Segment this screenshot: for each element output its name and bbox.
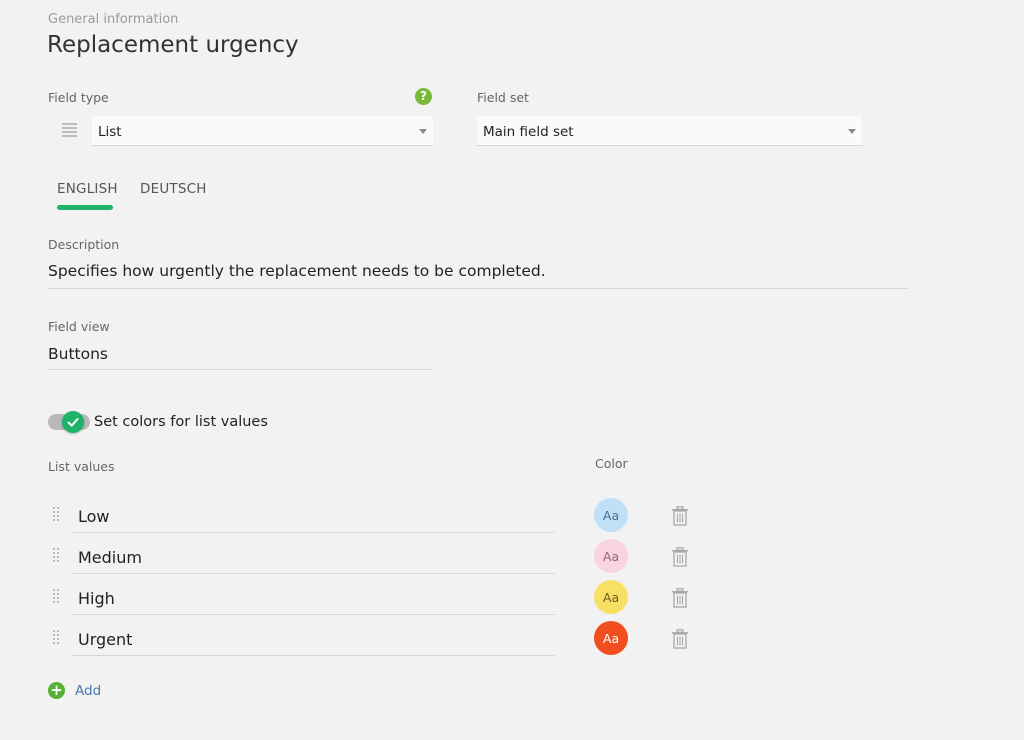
- field-type-select[interactable]: List: [92, 116, 433, 146]
- color-swatch-button[interactable]: Aa: [594, 539, 628, 573]
- list-value-input[interactable]: Low: [78, 507, 110, 526]
- description-label: Description: [48, 237, 120, 252]
- drag-handle-icon[interactable]: [53, 507, 61, 521]
- toggle-knob[interactable]: [62, 411, 84, 433]
- question-circle-icon[interactable]: ?: [415, 88, 432, 105]
- tab-deutsch[interactable]: DEUTSCH: [140, 181, 207, 197]
- chevron-down-icon: [848, 129, 856, 134]
- color-swatch-button[interactable]: Aa: [594, 580, 628, 614]
- trash-icon[interactable]: [671, 629, 689, 649]
- chevron-down-icon: [419, 129, 427, 134]
- field-view-underline: [48, 369, 433, 370]
- color-swatch-button[interactable]: Aa: [594, 621, 628, 655]
- list-value-underline: [72, 655, 555, 656]
- color-swatch-button[interactable]: Aa: [594, 498, 628, 532]
- list-value-underline: [72, 532, 555, 533]
- field-set-label: Field set: [477, 90, 529, 105]
- trash-icon[interactable]: [671, 506, 689, 526]
- trash-icon[interactable]: [671, 547, 689, 567]
- drag-handle-icon[interactable]: [53, 630, 61, 644]
- list-value-input[interactable]: Medium: [78, 548, 142, 567]
- list-value-input[interactable]: Urgent: [78, 630, 132, 649]
- list-value-underline: [72, 614, 555, 615]
- trash-icon[interactable]: [671, 588, 689, 608]
- field-type-label: Field type: [48, 90, 109, 105]
- field-view-select[interactable]: Buttons: [48, 345, 108, 363]
- field-set-select[interactable]: Main field set: [477, 116, 862, 146]
- list-value-input[interactable]: High: [78, 589, 115, 608]
- active-tab-indicator: [57, 205, 113, 210]
- tab-english[interactable]: ENGLISH: [57, 181, 118, 197]
- add-plus-icon[interactable]: +: [48, 682, 65, 699]
- page-title: Replacement urgency: [47, 32, 299, 58]
- field-set-value: Main field set: [483, 124, 574, 140]
- color-column-header: Color: [595, 456, 628, 471]
- drag-handle-icon[interactable]: [53, 548, 61, 562]
- list-lines-icon: [62, 122, 77, 137]
- field-type-value: List: [98, 124, 122, 140]
- add-button[interactable]: Add: [75, 683, 101, 699]
- check-icon: [67, 418, 79, 427]
- list-values-label: List values: [48, 459, 115, 474]
- section-label: General information: [48, 12, 179, 27]
- description-underline: [48, 288, 908, 289]
- drag-handle-icon[interactable]: [53, 589, 61, 603]
- description-input[interactable]: Specifies how urgently the replacement n…: [48, 262, 546, 280]
- set-colors-label: Set colors for list values: [94, 414, 268, 430]
- list-value-underline: [72, 573, 555, 574]
- field-view-label: Field view: [48, 319, 110, 334]
